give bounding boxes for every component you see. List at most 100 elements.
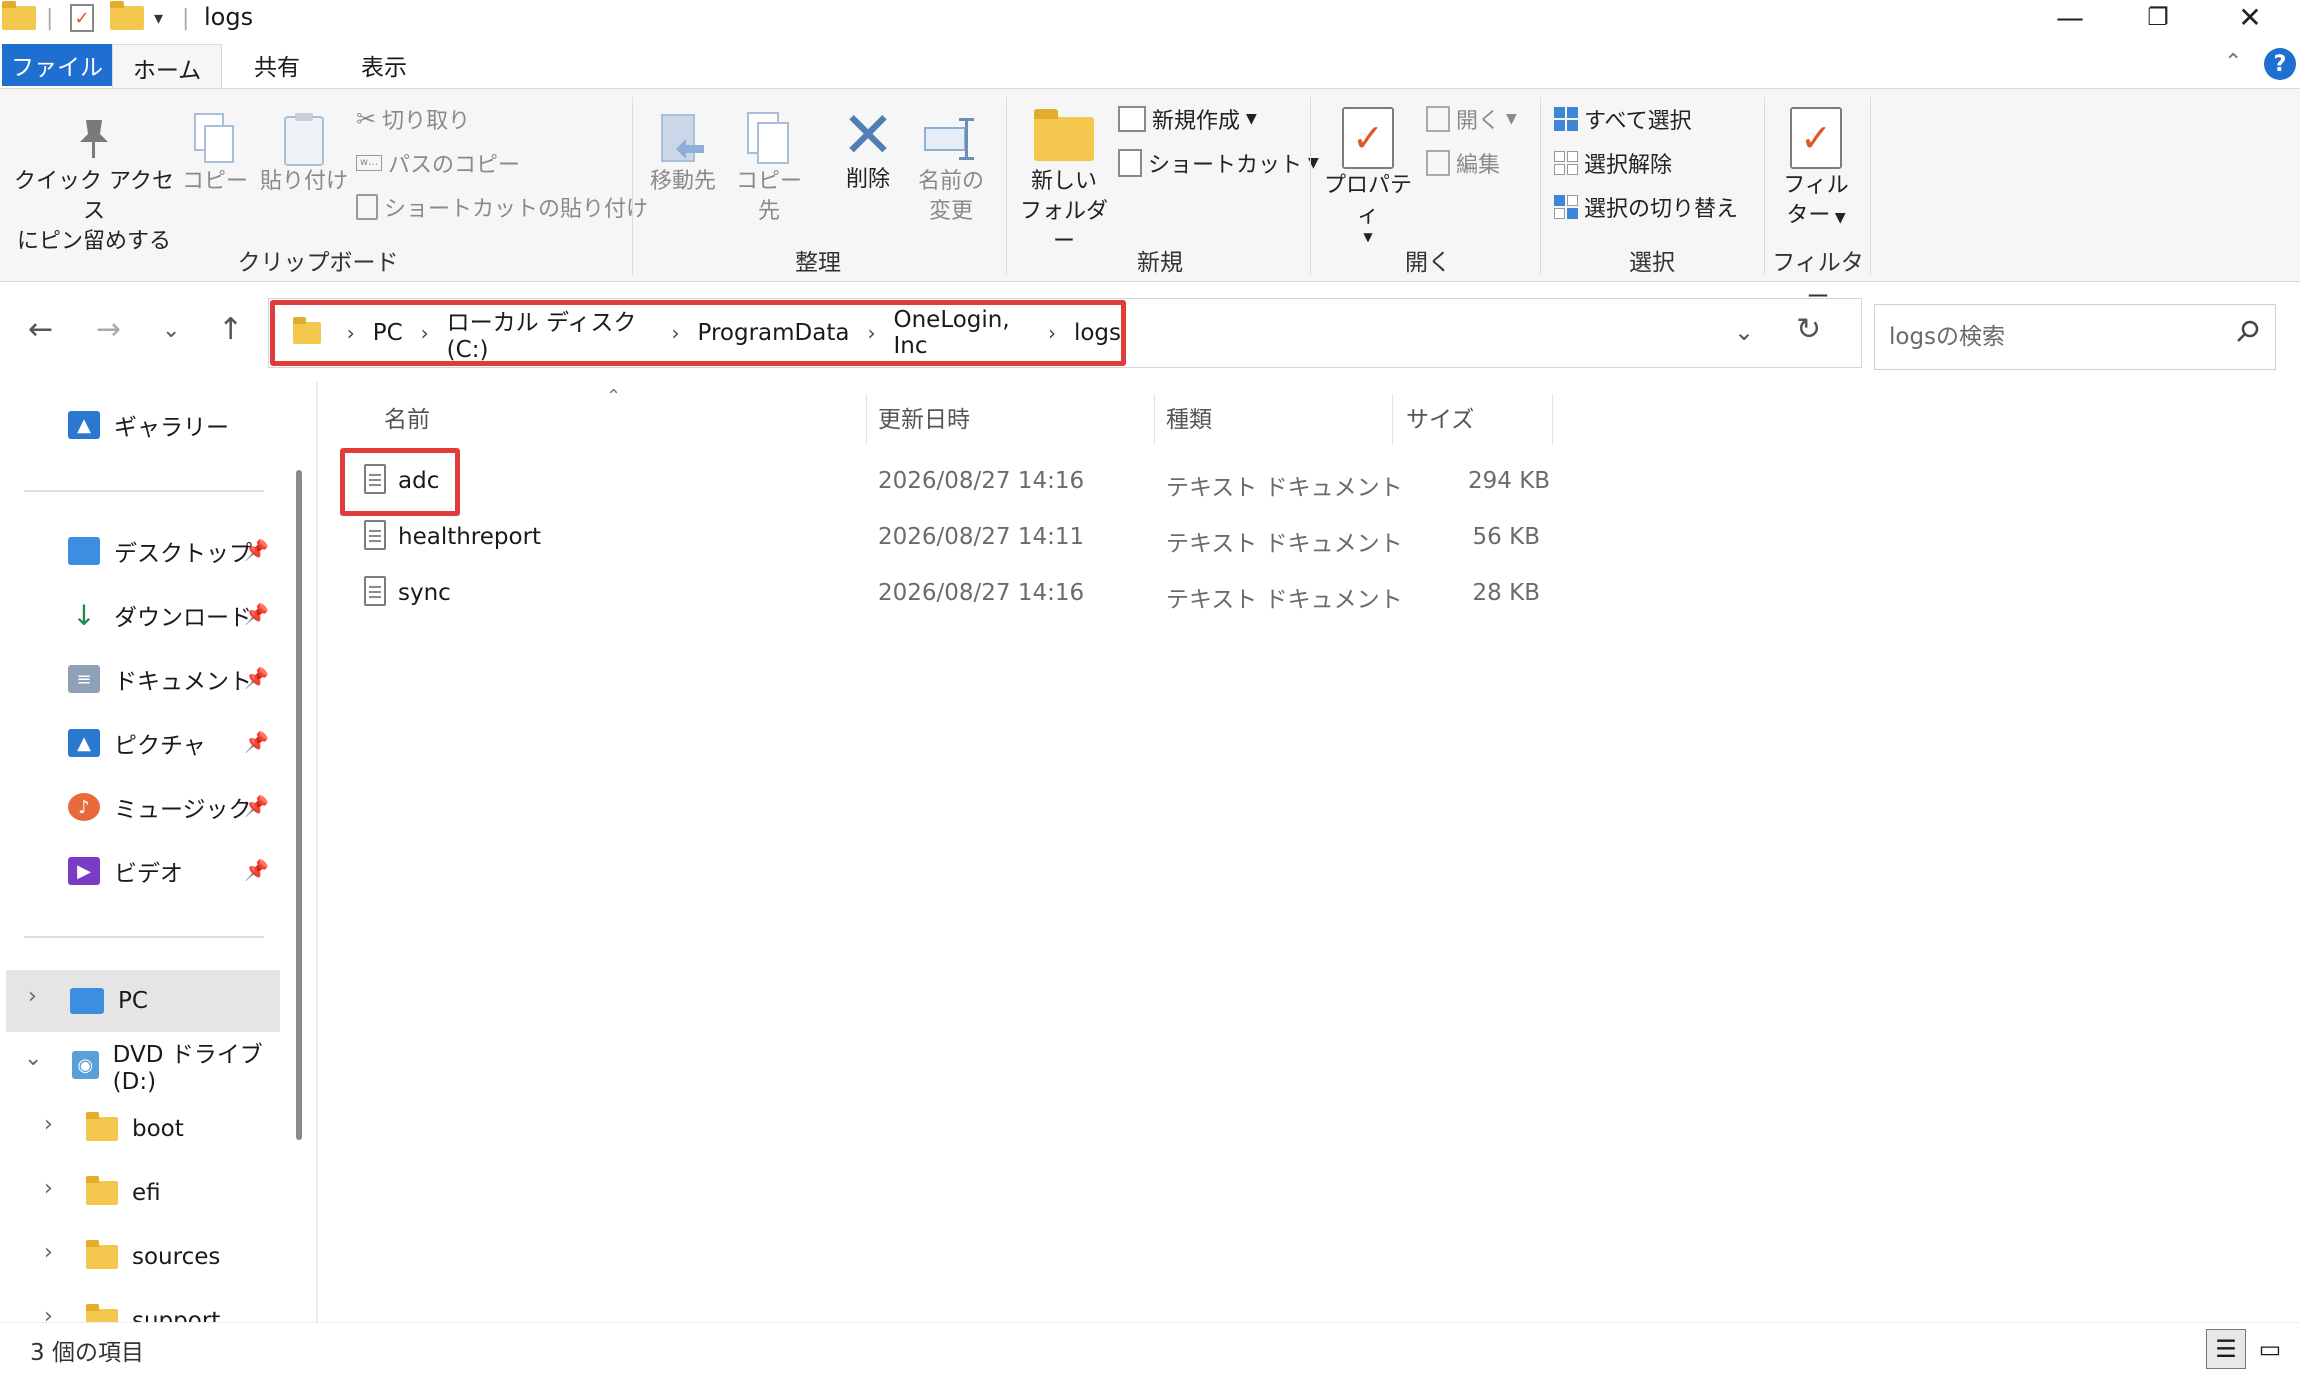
filter-button[interactable]: ✓ フィル ター ▼ (1772, 105, 1860, 233)
nav-item-pictures[interactable]: ▲ ピクチャ 📌 (68, 712, 280, 774)
expand-chevron-icon[interactable]: › (44, 1240, 53, 1265)
refresh-icon[interactable]: ↻ (1796, 312, 1821, 347)
tab-share[interactable]: 共有 (222, 44, 332, 86)
details-view-icon[interactable]: ☰ (2206, 1329, 2246, 1369)
column-header-type[interactable]: 種類 (1166, 400, 1212, 434)
up-arrow-icon[interactable]: ↑ (218, 312, 243, 347)
paste-button[interactable]: 貼り付け (256, 111, 352, 197)
restore-button[interactable]: ❐ (2112, 0, 2204, 34)
invert-selection-button[interactable]: 選択の切り替え (1554, 191, 1738, 223)
properties-quick-icon[interactable]: ✓ (70, 2, 94, 34)
expand-chevron-icon[interactable]: › (44, 1176, 53, 1201)
nav-item-pc[interactable]: › PC (6, 970, 280, 1032)
nav-item-gallery[interactable]: ▲ ギャラリー (68, 394, 316, 456)
help-icon[interactable]: ? (2264, 48, 2296, 80)
breadcrumb-item-programdata[interactable]: ProgramData (698, 320, 850, 346)
expand-chevron-icon[interactable]: › (44, 1304, 53, 1322)
nav-item-efi[interactable]: › efi (0, 1162, 280, 1224)
collapse-ribbon-icon[interactable]: ⌃ (2224, 50, 2242, 75)
nav-item-sources[interactable]: › sources (0, 1226, 280, 1288)
pin-icon[interactable]: 📌 (244, 538, 269, 562)
nav-downloads-label: ダウンロード (114, 605, 252, 631)
large-icons-view-icon[interactable]: ▭ (2250, 1329, 2290, 1369)
file-name[interactable]: sync (398, 580, 451, 606)
search-icon[interactable] (2235, 319, 2261, 345)
minimize-button[interactable]: — (2024, 0, 2116, 34)
forward-arrow-icon[interactable]: → (96, 312, 121, 347)
breadcrumb-chevron-icon[interactable]: › (1048, 321, 1056, 345)
column-header-size[interactable]: サイズ (1406, 400, 1474, 434)
tab-file[interactable]: ファイル (2, 44, 112, 86)
pin-quick-access-button[interactable]: クイック アクセス にピン留めする (14, 111, 174, 257)
column-header-name[interactable]: 名前 (384, 400, 430, 434)
recent-locations-chevron-icon[interactable]: ⌄ (162, 318, 180, 343)
breadcrumb-chevron-icon[interactable]: › (867, 321, 875, 345)
column-divider[interactable] (1392, 394, 1393, 444)
select-all-button[interactable]: すべて選択 (1554, 103, 1692, 135)
file-row[interactable]: adc 2026/08/27 14:16 テキスト ドキュメント 294 KB (340, 456, 1550, 510)
file-type: テキスト ドキュメント (1166, 475, 1403, 501)
expand-chevron-icon[interactable]: › (44, 1112, 53, 1137)
column-header-modified[interactable]: 更新日時 (878, 400, 970, 434)
easy-access-button[interactable]: ショートカット ▼ (1118, 147, 1319, 179)
column-divider[interactable] (1552, 394, 1553, 444)
delete-button[interactable]: ✕ 削除 (826, 104, 910, 195)
new-folder-button[interactable]: 新しい フォルダー (1010, 109, 1118, 257)
back-arrow-icon[interactable]: ← (28, 312, 53, 347)
select-none-button[interactable]: 選択解除 (1554, 147, 1672, 179)
pin-icon[interactable]: 📌 (244, 730, 269, 754)
breadcrumb-item-onelogin[interactable]: OneLogin, Inc (893, 307, 1029, 359)
breadcrumb[interactable]: › PC › ローカル ディスク (C:) › ProgramData › On… (270, 300, 1126, 366)
move-to-button[interactable]: 移動先 (640, 111, 726, 197)
copy-to-button[interactable]: コピー先 (726, 111, 812, 227)
copy-path-button[interactable]: w… パスのコピー (356, 147, 520, 179)
file-name[interactable]: healthreport (398, 524, 541, 550)
pin-icon[interactable]: 📌 (244, 602, 269, 626)
cut-button[interactable]: ✂ 切り取り (356, 103, 470, 135)
pin-icon[interactable]: 📌 (244, 794, 269, 818)
breadcrumb-chevron-icon[interactable]: › (347, 321, 355, 345)
scissors-icon: ✂ (356, 105, 377, 133)
breadcrumb-item-local-disk[interactable]: ローカル ディスク (C:) (447, 303, 654, 363)
tab-home[interactable]: ホーム (112, 44, 222, 90)
rename-button[interactable]: 名前の 変更 (906, 111, 996, 227)
nav-item-videos[interactable]: ▶ ビデオ 📌 (68, 840, 280, 902)
column-divider[interactable] (866, 394, 867, 444)
edit-icon (1426, 150, 1450, 176)
nav-item-support[interactable]: › support (0, 1290, 280, 1322)
breadcrumb-chevron-icon[interactable]: › (421, 321, 429, 345)
address-dropdown-icon[interactable]: ⌄ (1734, 318, 1754, 346)
new-item-button[interactable]: 新規作成 ▼ (1118, 103, 1257, 135)
breadcrumb-chevron-icon[interactable]: › (672, 321, 680, 345)
paste-shortcut-button[interactable]: ショートカットの貼り付け (356, 191, 648, 223)
pin-icon[interactable]: 📌 (244, 858, 269, 882)
close-button[interactable]: ✕ (2204, 0, 2296, 34)
quick-access-dropdown-icon[interactable]: ▾ (154, 2, 163, 34)
pane-divider[interactable] (316, 382, 318, 1322)
file-row[interactable]: sync 2026/08/27 14:16 テキスト ドキュメント 28 KB (340, 568, 1550, 622)
expand-chevron-icon[interactable]: › (28, 984, 37, 1009)
nav-item-desktop[interactable]: デスクトップ 📌 (68, 520, 280, 582)
column-divider[interactable] (1154, 394, 1155, 444)
file-row[interactable]: healthreport 2026/08/27 14:11 テキスト ドキュメン… (340, 512, 1550, 566)
search-input[interactable] (1889, 319, 2209, 355)
nav-support-label: support (132, 1308, 221, 1322)
rename-label-line1: 名前の (917, 169, 984, 194)
open-button[interactable]: 開く ▼ (1426, 103, 1517, 135)
properties-button[interactable]: ✓ プロパティ ▼ (1316, 105, 1420, 243)
nav-item-boot[interactable]: › boot (0, 1098, 280, 1160)
breadcrumb-item-pc[interactable]: PC (373, 320, 403, 346)
copy-button[interactable]: コピー (180, 111, 250, 197)
nav-item-music[interactable]: ♪ ミュージック 📌 (68, 776, 280, 838)
tab-view[interactable]: 表示 (332, 44, 436, 86)
nav-item-dvd[interactable]: ⌄ ◉ DVD ドライブ (D:) (0, 1034, 280, 1096)
collapse-chevron-icon[interactable]: ⌄ (24, 1046, 42, 1071)
nav-item-documents[interactable]: ≡ ドキュメント 📌 (68, 648, 280, 710)
nav-item-downloads[interactable]: ↓ ダウンロード 📌 (68, 584, 280, 646)
new-folder-quick-icon[interactable] (110, 1, 144, 34)
pin-icon[interactable]: 📌 (244, 666, 269, 690)
edit-button[interactable]: 編集 (1426, 147, 1500, 179)
search-box[interactable] (1874, 304, 2276, 370)
breadcrumb-item-logs[interactable]: logs (1074, 320, 1121, 346)
nav-scrollbar[interactable] (296, 470, 302, 1140)
